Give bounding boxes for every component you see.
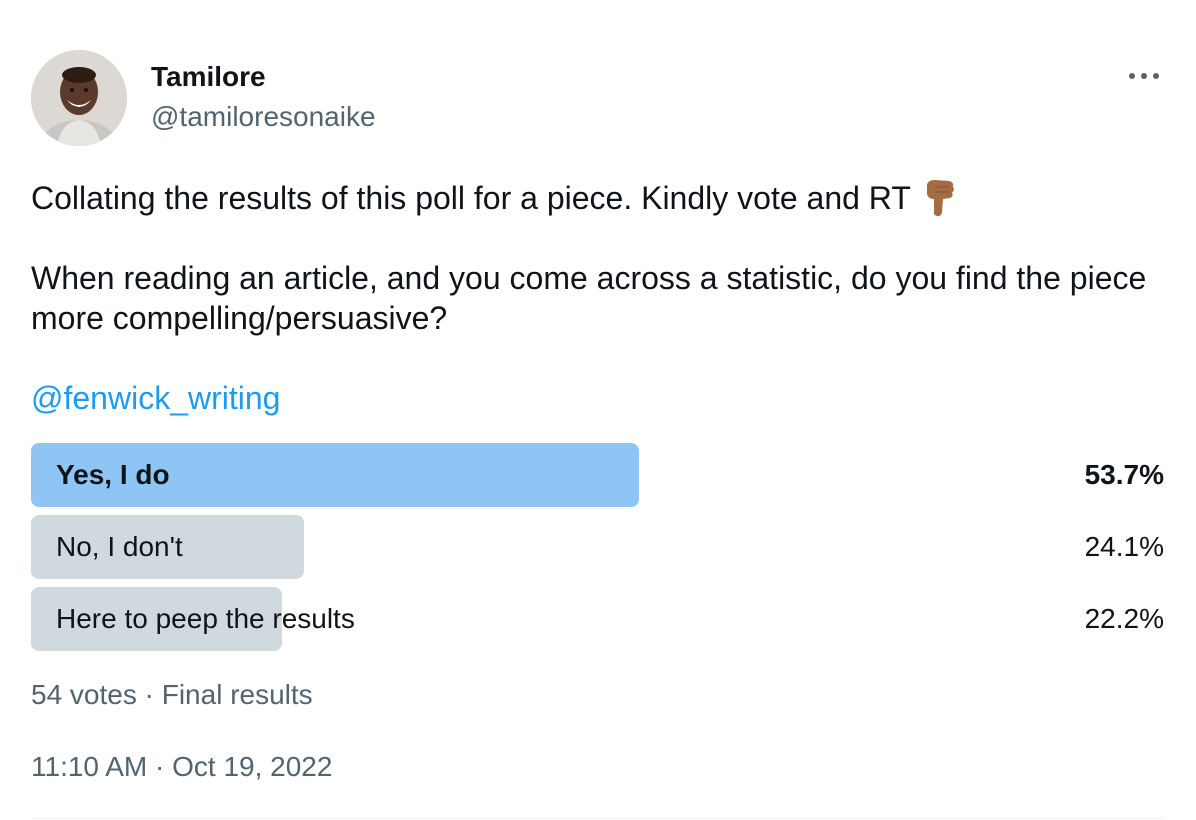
poll-option: No, I don't 24.1% — [31, 515, 1164, 579]
tweet-text-paragraph: When reading an article, and you come ac… — [31, 260, 1147, 336]
tweet-timestamp[interactable]: 11:10 AM · Oct 19, 2022 — [31, 749, 332, 785]
poll-meta: 54 votes · Final results — [31, 679, 313, 710]
tweet-text: Collating the results of this poll for a… — [31, 178, 1166, 338]
poll-option-percent: 53.7% — [1084, 459, 1164, 490]
tweet-card: Tamilore @tamiloresonaike Collating the … — [0, 0, 1196, 820]
author-handle[interactable]: @tamiloresonaike — [151, 100, 376, 134]
poll-option-label: Here to peep the results — [56, 603, 355, 634]
poll: Yes, I do 53.7% No, I don't 24.1% Here t… — [31, 443, 1164, 659]
tweet-text-line: Collating the results of this poll for a… — [31, 180, 911, 216]
more-horizontal-icon — [1129, 73, 1159, 79]
divider — [31, 818, 1164, 819]
tweet-text-paragraph: Collating the results of this poll for a… — [31, 178, 1166, 218]
poll-option: Here to peep the results 22.2% — [31, 587, 1164, 651]
poll-option-label: No, I don't — [56, 531, 183, 562]
profile-photo-icon — [31, 50, 127, 146]
more-options-button[interactable] — [1124, 62, 1164, 90]
avatar[interactable] — [31, 50, 127, 146]
poll-option-label: Yes, I do — [56, 459, 170, 490]
poll-option: Yes, I do 53.7% — [31, 443, 1164, 507]
author-display-name[interactable]: Tamilore — [151, 60, 266, 94]
mention-link[interactable]: @fenwick_writing — [31, 378, 280, 418]
poll-option-percent: 22.2% — [1084, 603, 1164, 634]
pointing-down-emoji-icon — [921, 178, 957, 218]
poll-option-percent: 24.1% — [1084, 531, 1164, 562]
